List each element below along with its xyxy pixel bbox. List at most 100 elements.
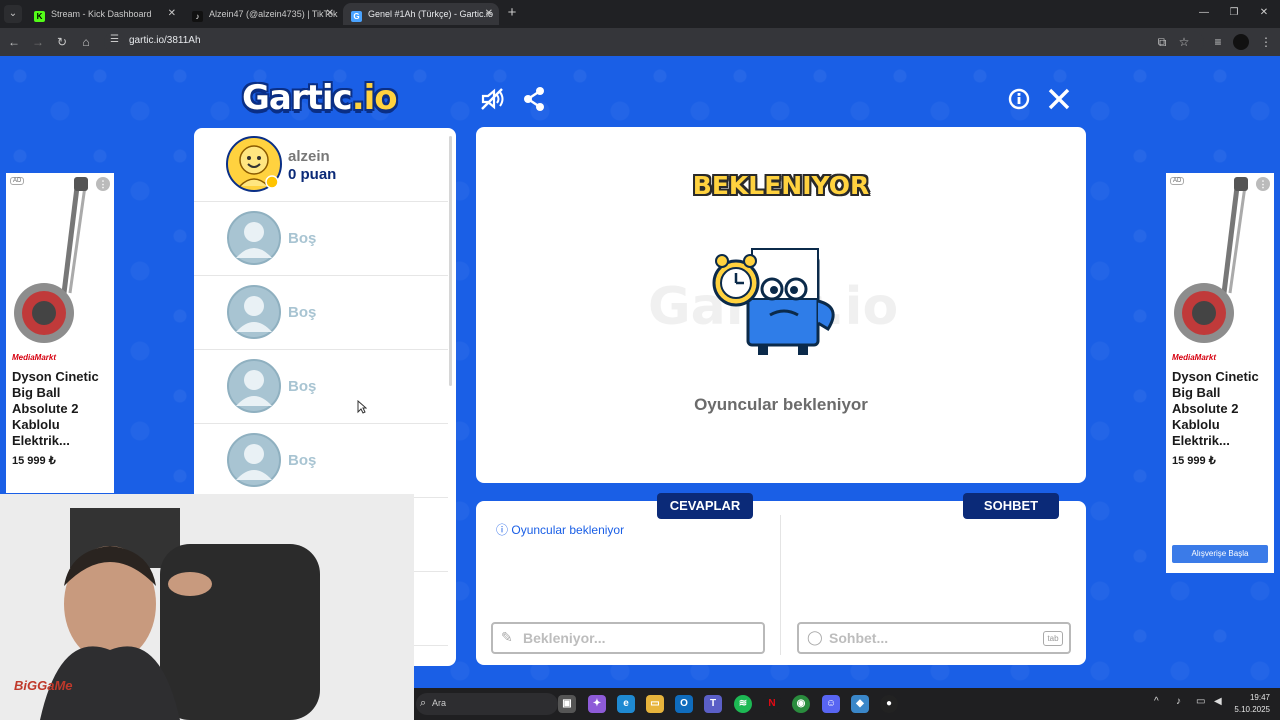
drawing-canvas[interactable]: Gartic.io BEKLENIYOR Oyuncular bekleniyo… xyxy=(476,127,1086,483)
panel-divider xyxy=(780,515,781,655)
player-slot-label: Boş xyxy=(288,452,317,469)
clock-time: 19:47 xyxy=(1249,693,1270,702)
edge-icon[interactable]: e xyxy=(617,695,635,713)
obs-icon[interactable]: ● xyxy=(880,695,898,713)
logo-main-text: Gartic xyxy=(242,78,353,118)
site-info-icon[interactable]: ☰ xyxy=(110,34,119,45)
empty-avatar-icon xyxy=(227,211,281,265)
tab-key-hint: tab xyxy=(1043,631,1063,646)
empty-avatar-icon xyxy=(227,433,281,487)
browser-tab-tiktok[interactable]: ♪ Alzein47 (@alzein4735) | TikTok ✕ xyxy=(184,3,340,25)
task-view-icon[interactable]: ▣ xyxy=(558,695,576,713)
player-slot-empty: Boş xyxy=(194,350,448,424)
forward-icon[interactable]: → xyxy=(30,34,46,50)
ad-brand-logo: MediaMarkt xyxy=(12,353,57,362)
back-icon[interactable]: ← xyxy=(6,34,22,50)
player-item-self[interactable]: alzein 0 puan xyxy=(194,128,448,202)
answers-info: ⓘ Oyuncular bekleniyor xyxy=(496,521,624,538)
player-slot-label: Boş xyxy=(288,304,317,321)
browser-tab-gartic[interactable]: G Genel #1Ah (Türkçe) - Gartic.io ✕ xyxy=(343,3,499,25)
install-app-icon[interactable]: ⧉ xyxy=(1154,34,1170,50)
player-slot-empty: Boş xyxy=(194,276,448,350)
tab-title: Stream - Kick Dashboard xyxy=(51,9,152,19)
teams-icon[interactable]: T xyxy=(704,695,722,713)
player-avatar xyxy=(226,136,282,192)
vacuum-product-image xyxy=(1174,177,1248,343)
reload-icon[interactable]: ↻ xyxy=(54,34,70,50)
home-icon[interactable]: ⌂ xyxy=(78,34,94,50)
windows-taskbar: ⌕ Ara ▣ ✦ e ▭ O T ≋ N ◉ ☺ ◆ ● ^ ♪ ▭ ◀ 19… xyxy=(414,688,1280,720)
info-icon[interactable] xyxy=(1005,85,1033,113)
tab-search-button[interactable]: ⌄ xyxy=(4,5,22,23)
player-score: 0 puan xyxy=(288,166,337,183)
ad-title: Dyson Cinetic Big Ball Absolute 2 Kablol… xyxy=(12,369,99,448)
answer-placeholder: Bekleniyor... xyxy=(523,630,606,646)
player-list-scrollbar[interactable] xyxy=(449,136,452,386)
copilot-icon[interactable]: ✦ xyxy=(588,695,606,713)
bookmark-star-icon[interactable]: ☆ xyxy=(1176,34,1192,50)
minimize-icon[interactable]: — xyxy=(1196,5,1212,21)
url-text: gartic.io/3811Ah xyxy=(129,35,201,46)
info-circle-icon: ⓘ xyxy=(496,523,509,537)
taskbar-search[interactable]: ⌕ Ara xyxy=(416,693,558,715)
waiting-mascot-icon xyxy=(712,248,835,355)
browser-tab-bar: ⌄ K Stream - Kick Dashboard ✕ ♪ Alzein47 (… xyxy=(0,0,1280,28)
answers-chat-panel: ⓘ Oyuncular bekleniyor ✎ Bekleniyor... ◯… xyxy=(476,501,1086,665)
app-icon[interactable]: ◆ xyxy=(851,695,869,713)
netflix-icon[interactable]: N xyxy=(763,695,781,713)
new-tab-button[interactable]: + xyxy=(504,5,520,21)
player-slot-label: Boş xyxy=(288,230,317,247)
answers-info-text: Oyuncular bekleniyor xyxy=(511,523,625,537)
volume-icon[interactable]: ◀ xyxy=(1214,696,1222,707)
reading-list-icon[interactable]: ≡ xyxy=(1210,34,1226,50)
chat-input[interactable]: ◯ Sohbet... tab xyxy=(797,622,1071,654)
ad-shop-button[interactable]: Alışverişe Başla xyxy=(1172,545,1268,563)
ad-right[interactable]: AD ⋮ MediaMarkt Dyson Cinetic Big Ball A… xyxy=(1166,173,1274,573)
mute-sound-icon[interactable] xyxy=(478,85,506,113)
close-room-icon[interactable] xyxy=(1045,85,1073,113)
player-slot-label: Boş xyxy=(288,378,317,395)
close-tab-icon[interactable]: ✕ xyxy=(168,3,176,25)
tray-chevron-icon[interactable]: ^ xyxy=(1154,696,1159,707)
tab-answers[interactable]: CEVAPLAR xyxy=(657,493,753,519)
discord-icon[interactable]: ☺ xyxy=(822,695,840,713)
tiktok-icon: ♪ xyxy=(192,11,203,22)
address-bar[interactable]: ☰ gartic.io/3811Ah xyxy=(104,31,1204,53)
vacuum-product-image xyxy=(14,177,88,343)
close-tab-icon[interactable]: ✕ xyxy=(326,3,334,25)
ad-options-icon[interactable]: ⋮ xyxy=(96,177,110,191)
ad-left[interactable]: AD ⋮ MediaMarkt Dyson Cinetic Big Ball A… xyxy=(6,173,114,493)
tab-title: Genel #1Ah (Türkçe) - Gartic.io xyxy=(368,9,494,19)
player-name: alzein xyxy=(288,148,330,165)
profile-avatar[interactable] xyxy=(1233,34,1249,50)
empty-avatar-icon xyxy=(227,285,281,339)
waiting-title: BEKLENIYOR xyxy=(692,171,870,200)
close-tab-icon[interactable]: ✕ xyxy=(485,3,493,25)
kick-icon: K xyxy=(34,11,45,22)
browser-toolbar: ← → ↻ ⌂ ☰ gartic.io/3811Ah ⧉ ☆ ≡ ⋮ xyxy=(0,28,1280,56)
answer-input[interactable]: ✎ Bekleniyor... xyxy=(491,622,765,654)
pencil-icon: ✎ xyxy=(501,629,513,645)
share-icon[interactable] xyxy=(520,85,548,113)
gartic-logo[interactable]: Gartic.io xyxy=(242,78,398,118)
network-icon[interactable]: ▭ xyxy=(1196,696,1205,707)
taskbar-clock[interactable]: 19:47 5.10.2025 xyxy=(1234,692,1270,716)
spotify-icon[interactable]: ≋ xyxy=(734,695,752,713)
menu-icon[interactable]: ⋮ xyxy=(1258,34,1274,50)
outlook-icon[interactable]: O xyxy=(675,695,693,713)
tab-chat[interactable]: SOHBET xyxy=(963,493,1059,519)
clock-date: 5.10.2025 xyxy=(1234,705,1270,714)
browser-tab-kick[interactable]: K Stream - Kick Dashboard ✕ xyxy=(26,3,182,25)
close-window-icon[interactable]: ✕ xyxy=(1256,5,1272,21)
gartic-icon: G xyxy=(351,11,362,22)
logo-suffix-text: .io xyxy=(351,78,398,118)
taskbar-search-placeholder: Ara xyxy=(432,698,447,708)
empty-avatar-icon xyxy=(227,359,281,413)
chrome-icon[interactable]: ◉ xyxy=(792,695,810,713)
file-explorer-icon[interactable]: ▭ xyxy=(646,695,664,713)
mouse-cursor-icon xyxy=(357,400,367,414)
restore-icon[interactable]: ❐ xyxy=(1226,5,1242,21)
microphone-icon[interactable]: ♪ xyxy=(1176,696,1181,707)
ad-options-icon[interactable]: ⋮ xyxy=(1256,177,1270,191)
chat-placeholder: Sohbet... xyxy=(829,630,889,646)
